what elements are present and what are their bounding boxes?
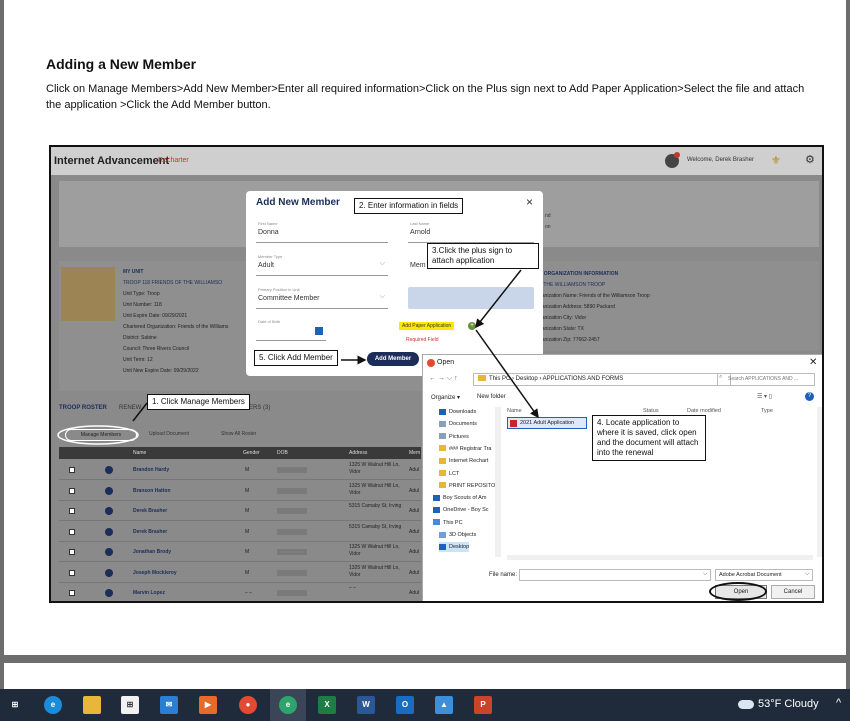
edge-dev-icon[interactable]: e <box>279 696 297 714</box>
chrome-icon[interactable]: ● <box>239 696 257 714</box>
manage-members-highlight <box>57 425 139 445</box>
arrow-step-3 <box>475 269 522 329</box>
chevron-up-icon[interactable]: ^ <box>836 697 841 709</box>
section-heading: Adding a New Member <box>46 56 197 72</box>
file-explorer-icon[interactable] <box>83 696 101 714</box>
word-icon[interactable]: W <box>357 696 375 714</box>
arrow-step-1 <box>132 402 148 422</box>
powerpoint-icon[interactable]: P <box>474 696 492 714</box>
edge-icon[interactable]: e <box>44 696 62 714</box>
outlook-icon[interactable]: O <box>396 696 414 714</box>
photos-icon[interactable]: ▲ <box>435 696 453 714</box>
embedded-screenshot: Internet Advancement Recharter Welcome, … <box>49 145 824 603</box>
weather-text: 53°F Cloudy <box>758 698 819 710</box>
document-next-page <box>4 663 846 689</box>
excel-icon[interactable]: X <box>318 696 336 714</box>
taskbar: ⊞ e ⊞ ✉ ▶ ● e X W O ▲ P 53°F Cloudy ^ <box>0 689 850 721</box>
store-icon[interactable]: ⊞ <box>121 696 139 714</box>
cloud-icon <box>738 699 754 709</box>
mail-icon[interactable]: ✉ <box>160 696 178 714</box>
instructions-text: Click on Manage Members>Add New Member>E… <box>46 83 805 111</box>
media-icon[interactable]: ▶ <box>199 696 217 714</box>
callout-arrows <box>57 269 539 445</box>
weather-widget[interactable]: 53°F Cloudy <box>738 698 819 710</box>
task-view-icon[interactable]: ⊞ <box>6 696 24 714</box>
arrow-step-4 <box>475 329 539 419</box>
